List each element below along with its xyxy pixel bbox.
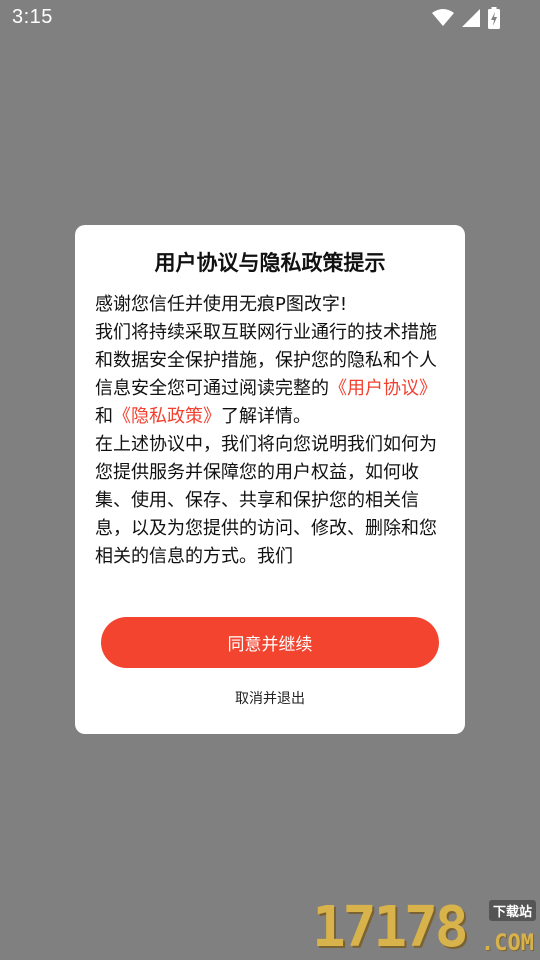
dialog-body-scroll[interactable]: 感谢您信任并使用无痕P图改字! 我们将持续采取互联网行业通行的技术措施和数据安全… (95, 291, 445, 597)
dialog-title: 用户协议与隐私政策提示 (154, 251, 386, 275)
watermark-digits: 17178 (312, 895, 469, 960)
agreement-paragraph: 我们将持续采取互联网行业通行的技术措施和数据安全保护措施，保护您的隐私和个人信息… (95, 319, 445, 431)
user-agreement-link[interactable]: 《用户协议》 (329, 378, 437, 399)
watermark-domain: .COM (481, 931, 534, 956)
privacy-dialog: 用户协议与隐私政策提示 感谢您信任并使用无痕P图改字! 我们将持续采取互联网行业… (75, 225, 465, 734)
privacy-policy-link[interactable]: 《隐私政策》 (113, 406, 221, 427)
agree-button[interactable]: 同意并继续 (101, 617, 439, 668)
status-icons (432, 7, 500, 29)
wifi-icon (432, 9, 454, 27)
explanation-text: 在上述协议中，我们将向您说明我们如何为您提供服务并保障您的用户权益，如何收集、使… (95, 434, 437, 567)
cancel-button[interactable]: 取消并退出 (75, 688, 465, 708)
battery-charging-icon (488, 7, 500, 29)
watermark-tag: 下载站 (488, 900, 536, 921)
and-text: 和 (95, 406, 113, 427)
thanks-text: 感谢您信任并使用无痕P图改字! (95, 294, 348, 315)
cellular-signal-icon (462, 9, 480, 27)
status-bar: 3:15 (0, 0, 540, 38)
status-time: 3:15 (12, 6, 53, 28)
agreement-tail-text: 了解详情。 (221, 406, 311, 427)
site-watermark-logo: 17178 下载站 .COM (312, 898, 536, 958)
